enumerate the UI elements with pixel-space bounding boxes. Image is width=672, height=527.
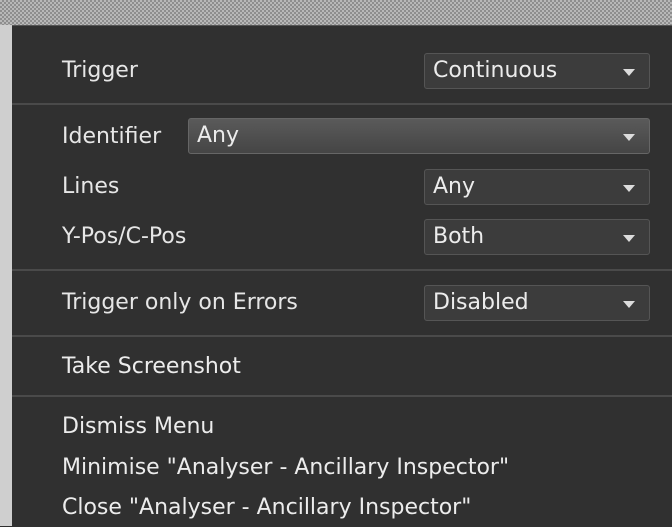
errors-select[interactable]: Disabled — [424, 285, 650, 321]
background-window-edge — [0, 25, 12, 526]
errors-label: Trigger only on Errors — [62, 290, 298, 315]
close-window-item[interactable]: Close "Analyser - Ancillary Inspector" — [62, 494, 471, 522]
chevron-down-icon — [623, 301, 635, 308]
divider — [12, 335, 672, 337]
minimise-window-item[interactable]: Minimise "Analyser - Ancillary Inspector… — [62, 454, 509, 482]
divider — [12, 103, 672, 105]
chevron-down-icon — [623, 185, 635, 192]
background-window-strip — [0, 0, 672, 25]
chevron-down-icon — [623, 235, 635, 242]
ypos-select[interactable]: Both — [424, 219, 650, 255]
lines-label: Lines — [62, 174, 120, 199]
lines-select[interactable]: Any — [424, 169, 650, 205]
chevron-down-icon — [623, 69, 635, 76]
ypos-label: Y-Pos/C-Pos — [62, 224, 187, 249]
lines-select-value: Any — [433, 174, 476, 199]
trigger-select-value: Continuous — [433, 58, 558, 83]
trigger-select[interactable]: Continuous — [424, 53, 650, 89]
identifier-label: Identifier — [62, 124, 162, 149]
divider — [12, 269, 672, 271]
errors-select-value: Disabled — [433, 290, 529, 315]
trigger-label: Trigger — [62, 58, 138, 83]
identifier-select-value: Any — [197, 123, 240, 148]
dismiss-menu-item[interactable]: Dismiss Menu — [62, 413, 214, 441]
ypos-select-value: Both — [433, 224, 485, 249]
take-screenshot-item[interactable]: Take Screenshot — [62, 353, 241, 381]
context-menu: Trigger Continuous Identifier Any Lines … — [12, 25, 672, 527]
identifier-select[interactable]: Any — [188, 118, 650, 154]
chevron-down-icon — [623, 134, 635, 141]
divider — [12, 395, 672, 397]
